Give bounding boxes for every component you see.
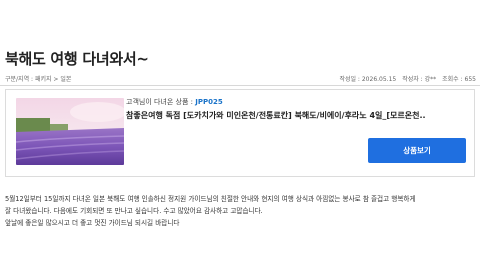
product-card <box>5 89 475 177</box>
product-name-link[interactable]: 참좋은여행 독점 [도카치가와 미인온천/전통료칸] 북해도/비에이/후라노 4… <box>126 110 456 121</box>
content-line: 잘 다녀왔습니다. 다음에도 기회되면 또 만나고 싶습니다. 수고 많았어요 … <box>5 207 263 216</box>
product-thumbnail[interactable] <box>16 98 124 165</box>
post-meta: 구분/지역 : 패키지 > 일본 작성일 : 2026.05.15 작성자 : … <box>5 72 476 84</box>
post-content: 5월12일부터 15일까지 다녀온 일본 북해도 여행 인솔하신 정지원 가이드… <box>5 193 475 230</box>
visited-product-label: 고객님이 다녀온 상품 : <box>126 98 196 106</box>
view-product-button[interactable]: 상품보기 <box>368 138 466 163</box>
divider <box>0 85 480 86</box>
category-path: 구분/지역 : 패키지 > 일본 <box>5 75 72 83</box>
post-date: 작성일 : 2026.05.15 <box>339 75 397 83</box>
view-count: 조회수 : 655 <box>442 75 476 83</box>
lavender-field-image <box>16 98 124 165</box>
product-code: JPP025 <box>195 98 223 106</box>
page-title: 북해도 여행 다녀와서~ <box>5 50 149 68</box>
content-line: 앞날에 좋은일 많으시고 더 좋고 멋진 가이드님 되시길 바랍니다 <box>5 219 180 228</box>
post-author: 작성자 : 강** <box>402 75 437 83</box>
content-line: 5월12일부터 15일까지 다녀온 일본 북해도 여행 인솔하신 정지원 가이드… <box>5 195 416 203</box>
visited-product-line: 고객님이 다녀온 상품 : JPP025 <box>126 97 223 107</box>
post-info: 작성일 : 2026.05.15 작성자 : 강** 조회수 : 655 <box>339 74 476 83</box>
